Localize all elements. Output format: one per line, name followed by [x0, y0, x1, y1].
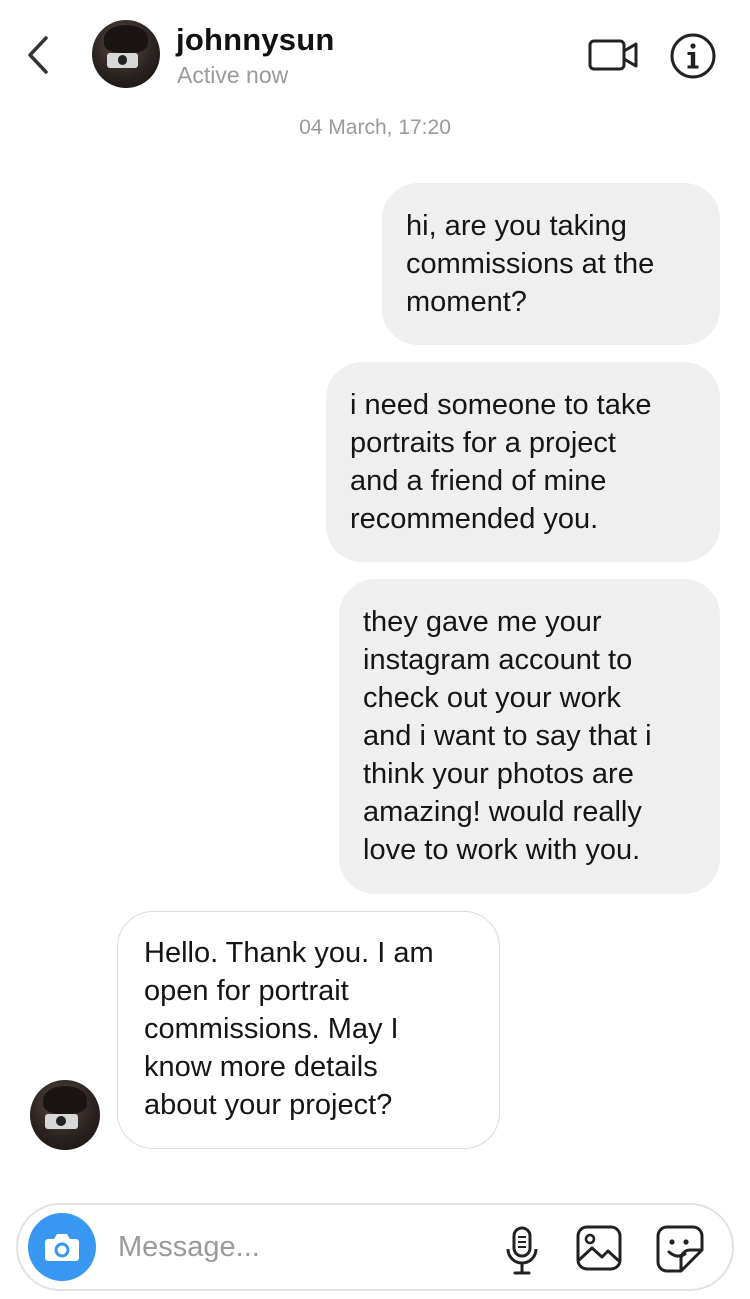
sticker-icon: [656, 1225, 704, 1273]
avatar[interactable]: [92, 20, 160, 88]
message-input[interactable]: [118, 1223, 488, 1271]
info-button[interactable]: [669, 32, 717, 80]
chat-username[interactable]: johnnysun: [176, 22, 335, 58]
message-composer: [16, 1203, 734, 1291]
back-button[interactable]: [22, 32, 58, 78]
outgoing-message[interactable]: i need someone to take portraits for a p…: [326, 362, 720, 562]
chevron-left-icon: [28, 36, 48, 74]
outgoing-message[interactable]: they gave me your instagram account to c…: [339, 579, 720, 894]
camera-icon: [45, 1234, 79, 1261]
sticker-button[interactable]: [655, 1224, 705, 1274]
voice-message-button[interactable]: [504, 1225, 540, 1277]
video-call-button[interactable]: [586, 36, 642, 74]
sender-avatar[interactable]: [30, 1080, 100, 1150]
gallery-button[interactable]: [575, 1224, 623, 1272]
camera-button[interactable]: [28, 1213, 96, 1281]
gallery-icon: [576, 1225, 622, 1271]
microphone-icon: [506, 1226, 538, 1275]
chat-header: johnnysun Active now: [0, 0, 750, 100]
active-status: Active now: [177, 62, 289, 88]
outgoing-message[interactable]: hi, are you taking commissions at the mo…: [382, 183, 720, 345]
info-icon: [670, 33, 716, 79]
camera-in-photo: [106, 52, 139, 68]
video-camera-icon: [588, 39, 638, 71]
incoming-message[interactable]: Hello. Thank you. I am open for portrait…: [117, 911, 500, 1149]
message-timestamp: 04 March, 17:20: [299, 116, 451, 139]
camera-in-photo: [45, 1113, 78, 1129]
